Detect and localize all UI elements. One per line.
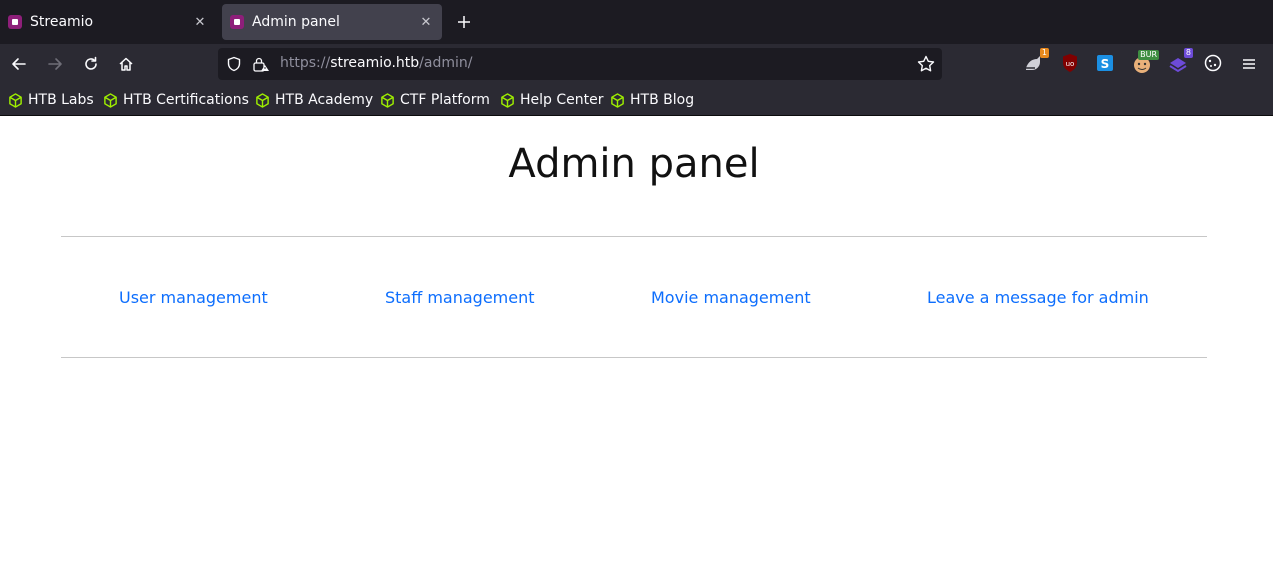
htb-cube-icon xyxy=(501,92,514,108)
reload-button[interactable] xyxy=(77,50,105,78)
htb-cube-icon xyxy=(104,92,117,108)
home-icon xyxy=(119,57,133,71)
navigation-toolbar: https://streamio.htb/admin/ 1 uo S BUR 8 xyxy=(0,44,1273,84)
htb-cube-icon xyxy=(381,92,394,108)
bookmark-label: HTB Academy xyxy=(275,92,374,108)
bookmark-label: Help Center xyxy=(520,92,604,108)
url-scheme: https:// xyxy=(280,55,331,71)
tab-streamio[interactable]: Streamio ✕ xyxy=(0,4,216,40)
wappalyzer-icon[interactable]: 8 xyxy=(1167,48,1193,74)
url-text: https://streamio.htb/admin/ xyxy=(280,55,472,71)
extension-badge: BUR xyxy=(1138,50,1159,60)
divider xyxy=(61,236,1207,237)
bookmark-label: CTF Platform xyxy=(400,92,490,108)
hamburger-menu-icon xyxy=(1243,59,1255,69)
extension-badge: 8 xyxy=(1183,48,1193,58)
url-path: /admin/ xyxy=(419,55,473,71)
foxyproxy-icon[interactable]: 1 xyxy=(1023,48,1049,74)
svg-text:uo: uo xyxy=(1066,60,1075,68)
tracking-protection-shield-icon[interactable] xyxy=(226,56,242,72)
tab-strip: Streamio ✕ Admin panel ✕ xyxy=(0,0,1273,44)
tab-admin-panel[interactable]: Admin panel ✕ xyxy=(222,4,442,40)
bookmarks-toolbar: HTB Labs HTB Certifications HTB Academy … xyxy=(0,84,1273,116)
bookmark-htb-labs[interactable]: HTB Labs xyxy=(8,90,94,110)
bookmark-ctf-platform[interactable]: CTF Platform xyxy=(380,90,490,110)
back-button[interactable] xyxy=(5,50,33,78)
bookmark-label: HTB Labs xyxy=(28,92,94,108)
cookie-icon xyxy=(1204,54,1222,72)
app-menu-button[interactable] xyxy=(1235,50,1263,78)
burp-icon[interactable]: BUR xyxy=(1131,50,1159,74)
tab-title: Streamio xyxy=(30,14,94,30)
forward-button[interactable] xyxy=(41,50,69,78)
address-bar[interactable]: https://streamio.htb/admin/ xyxy=(218,48,942,80)
htb-cube-icon xyxy=(611,92,624,108)
close-tab-icon[interactable]: ✕ xyxy=(414,10,438,34)
arrow-left-icon xyxy=(12,58,26,70)
bookmark-htb-blog[interactable]: HTB Blog xyxy=(610,90,694,110)
s-extension-icon[interactable]: S xyxy=(1094,52,1116,74)
page-content: Admin panel User management Staff manage… xyxy=(0,117,1273,564)
svg-text:S: S xyxy=(1101,57,1110,71)
bookmark-label: HTB Certifications xyxy=(123,92,249,108)
leave-message-link[interactable]: Leave a message for admin xyxy=(927,288,1149,307)
bookmark-help-center[interactable]: Help Center xyxy=(500,90,604,110)
reload-icon xyxy=(85,56,97,70)
bookmark-star-icon[interactable] xyxy=(916,54,936,74)
extension-badge: 1 xyxy=(1039,48,1049,58)
streamio-favicon-icon xyxy=(230,15,244,29)
tab-title: Admin panel xyxy=(252,14,340,30)
new-tab-button[interactable] xyxy=(452,10,476,34)
home-button[interactable] xyxy=(112,50,140,78)
arrow-right-icon xyxy=(48,58,62,70)
insecure-lock-icon[interactable] xyxy=(252,56,270,72)
streamio-favicon-icon xyxy=(8,15,22,29)
ublock-shield-icon: uo xyxy=(1063,54,1077,72)
close-tab-icon[interactable]: ✕ xyxy=(188,10,212,34)
cookie-editor-icon[interactable] xyxy=(1202,52,1224,74)
url-host: streamio.htb xyxy=(330,55,420,71)
htb-cube-icon xyxy=(9,92,22,108)
page-title: Admin panel xyxy=(508,141,760,187)
bookmark-htb-academy[interactable]: HTB Academy xyxy=(255,90,373,110)
plus-icon xyxy=(458,16,470,28)
divider xyxy=(61,357,1207,358)
bookmark-label: HTB Blog xyxy=(630,92,695,108)
htb-cube-icon xyxy=(256,92,269,108)
movie-management-link[interactable]: Movie management xyxy=(651,288,811,307)
bookmark-htb-certifications[interactable]: HTB Certifications xyxy=(103,90,249,110)
user-management-link[interactable]: User management xyxy=(119,288,268,307)
staff-management-link[interactable]: Staff management xyxy=(385,288,535,307)
ublock-origin-icon[interactable]: uo xyxy=(1059,52,1081,74)
s-square-icon: S xyxy=(1097,55,1113,71)
